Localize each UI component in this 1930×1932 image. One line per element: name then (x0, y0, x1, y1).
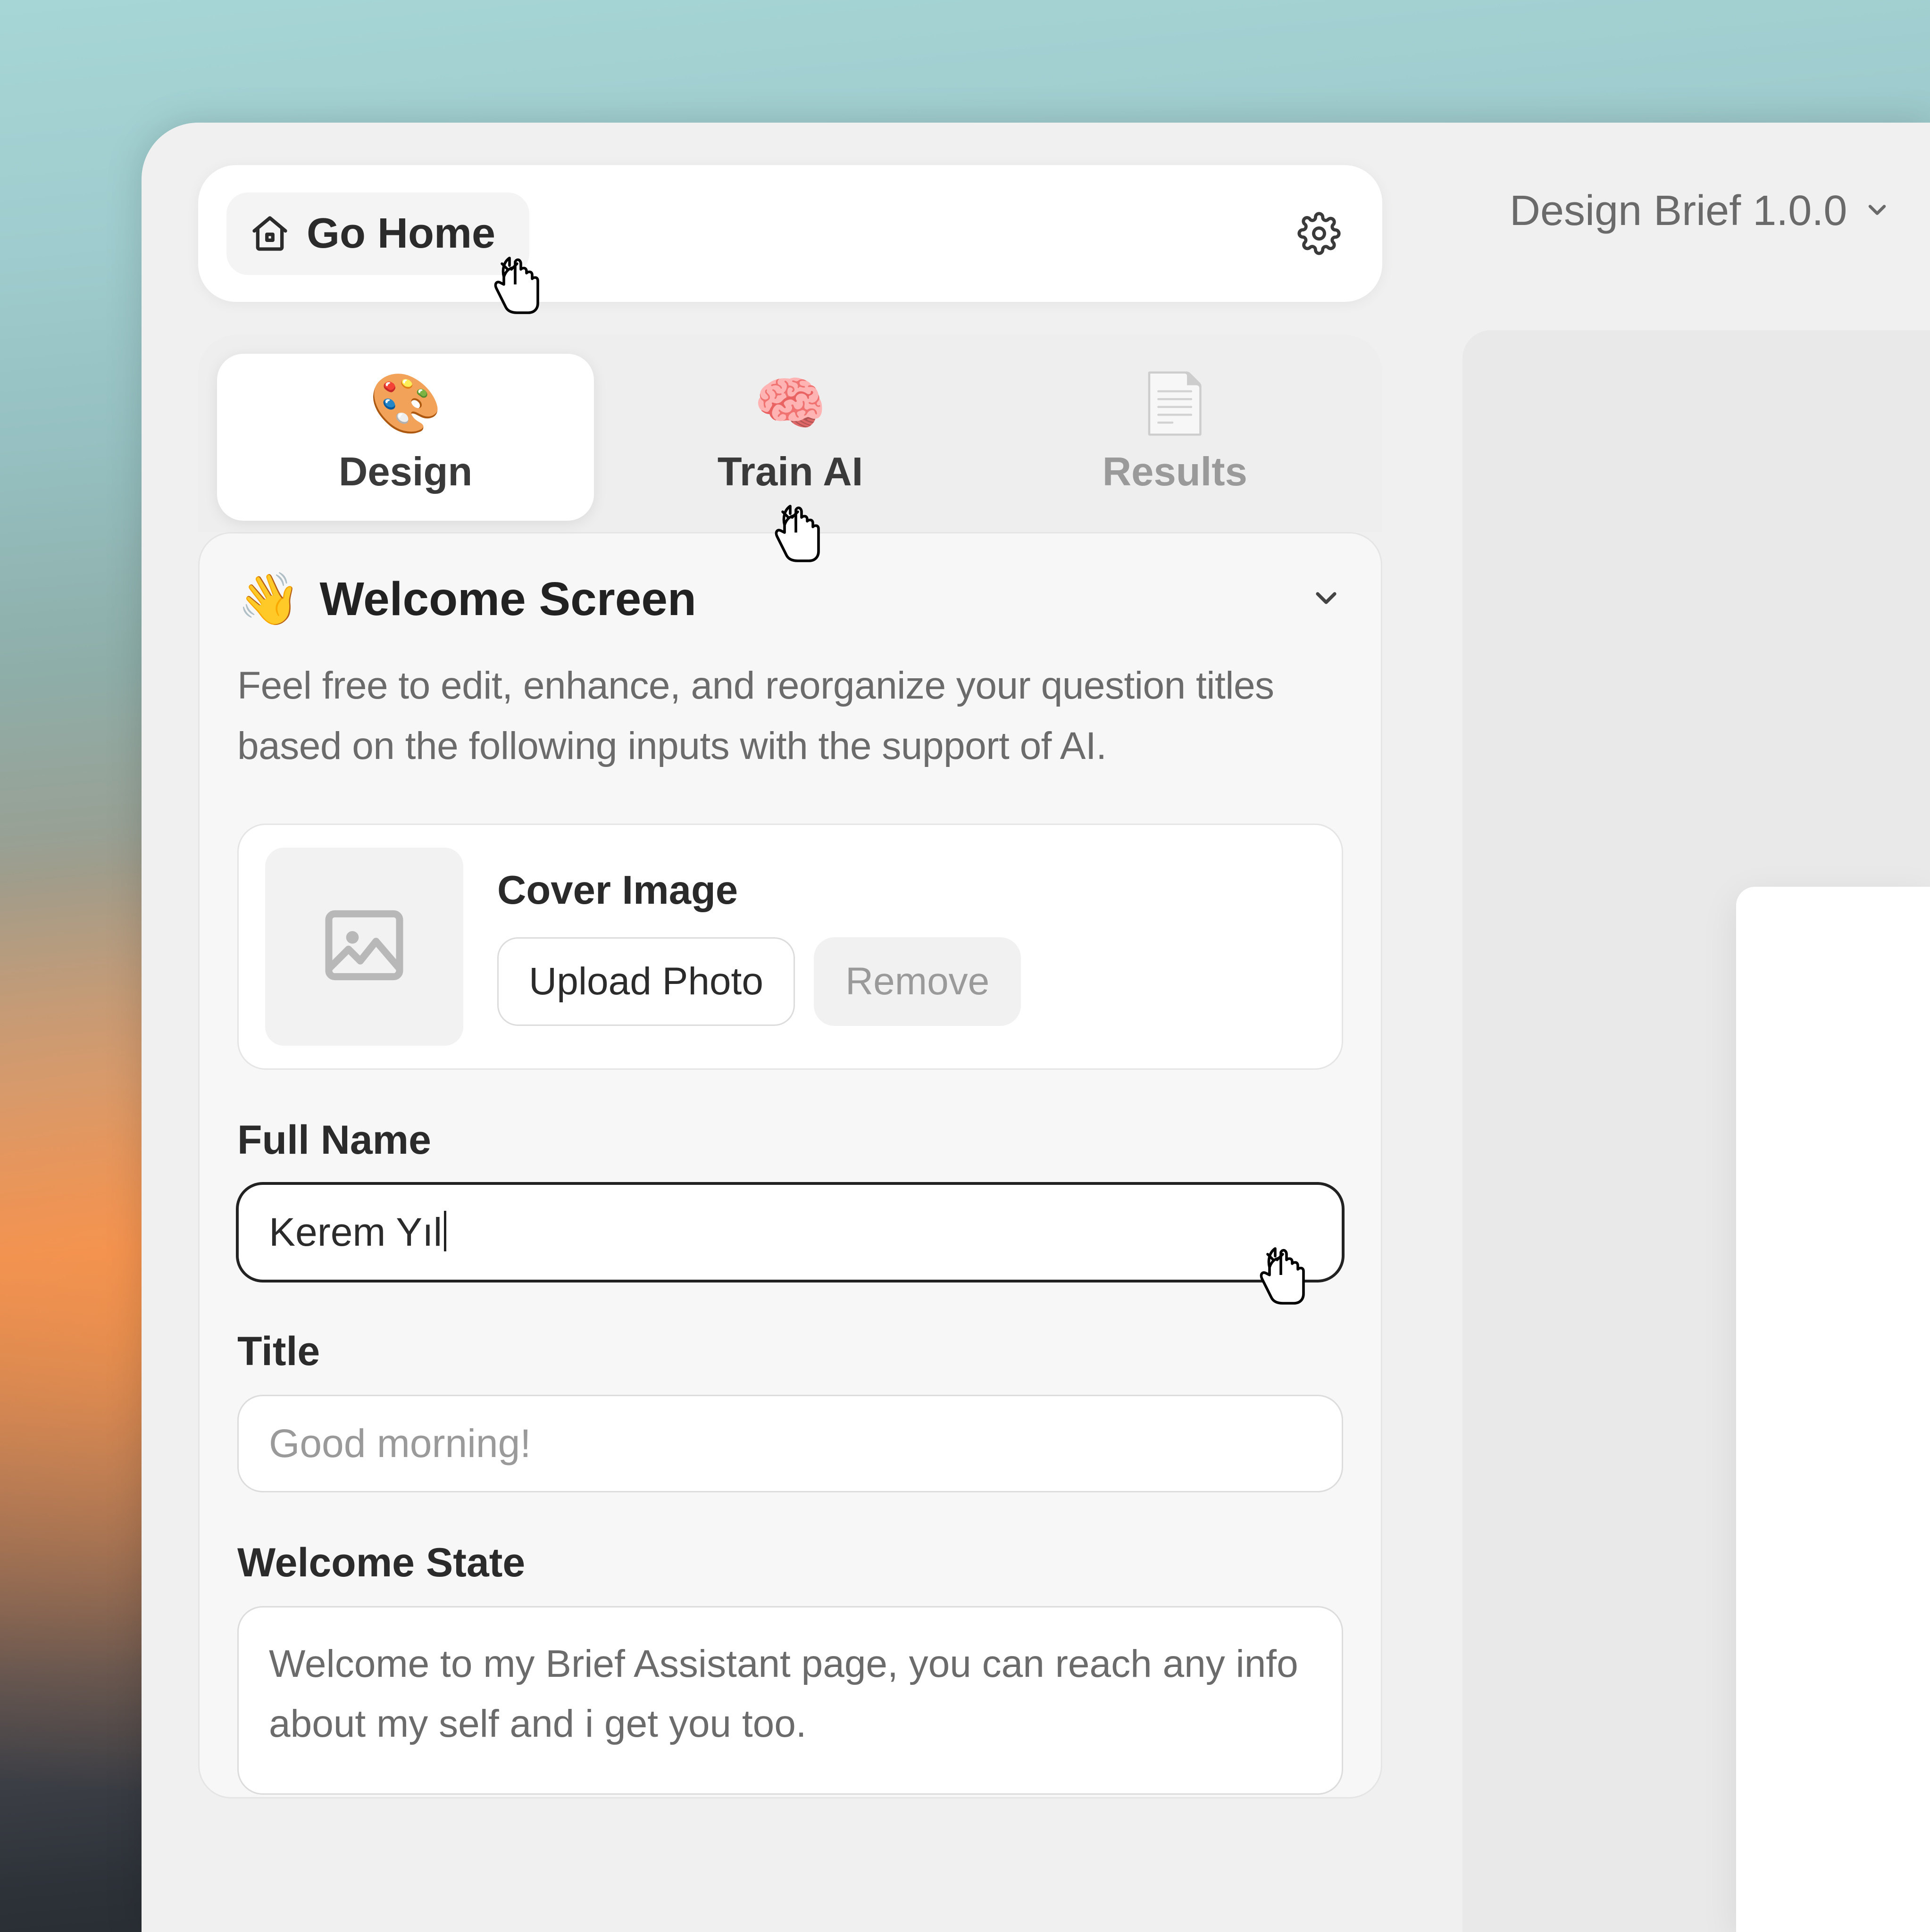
chevron-down-icon (1309, 581, 1343, 617)
tab-bar: 🎨 Design 🧠 Train AI 📄 Results (198, 335, 1382, 532)
wave-icon: 👋 (237, 569, 301, 629)
field-label: Full Name (237, 1117, 1343, 1164)
cover-image-card: Cover Image Upload Photo Remove (237, 824, 1343, 1070)
section-title: Welcome Screen (319, 572, 1290, 626)
version-selector[interactable]: Design Brief 1.0.0 (1510, 187, 1891, 235)
remove-photo-button[interactable]: Remove (814, 937, 1021, 1026)
welcome-state-textarea[interactable] (237, 1606, 1343, 1795)
section-description: Feel free to edit, enhance, and reorgani… (237, 656, 1343, 776)
tab-results[interactable]: 📄 Results (986, 354, 1363, 521)
tab-design[interactable]: 🎨 Design (217, 354, 594, 521)
welcome-section: 👋 Welcome Screen Feel free to edit, enha… (198, 532, 1382, 1799)
go-home-label: Go Home (307, 209, 495, 258)
panel-header: Go Home (198, 165, 1382, 302)
cover-controls: Cover Image Upload Photo Remove (497, 867, 1021, 1026)
document-icon: 📄 (1138, 375, 1211, 433)
field-label: Welcome State (237, 1540, 1343, 1586)
go-home-button[interactable]: Go Home (226, 192, 529, 275)
title-input[interactable] (237, 1395, 1343, 1492)
chevron-down-icon (1863, 196, 1891, 226)
left-panel: Go Home 🎨 Design 🧠 (198, 165, 1382, 1932)
tab-label: Train AI (718, 449, 863, 495)
cover-label: Cover Image (497, 867, 1021, 914)
image-placeholder-icon (317, 898, 411, 995)
welcome-state-field: Welcome State (237, 1540, 1343, 1797)
panel-divider (1435, 165, 1437, 1932)
palette-icon: 🎨 (369, 375, 442, 433)
title-field: Title (237, 1328, 1343, 1492)
gear-icon (1297, 212, 1341, 255)
field-label: Title (237, 1328, 1343, 1375)
cover-thumbnail[interactable] (265, 848, 463, 1046)
upload-photo-button[interactable]: Upload Photo (497, 937, 795, 1026)
section-header[interactable]: 👋 Welcome Screen (237, 569, 1343, 629)
cursor-icon (491, 254, 547, 315)
full-name-field: Full Name Kerem Yıl (237, 1117, 1343, 1281)
settings-button[interactable] (1284, 199, 1354, 268)
brain-icon: 🧠 (754, 375, 827, 433)
main-surface: Go Home 🎨 Design 🧠 (142, 123, 1930, 1932)
input-value: Kerem Yıl (269, 1210, 442, 1254)
home-icon (249, 213, 291, 254)
version-label: Design Brief 1.0.0 (1510, 187, 1847, 235)
preview-canvas (1462, 330, 1930, 1932)
tab-train-ai[interactable]: 🧠 Train AI (602, 354, 978, 521)
full-name-input[interactable]: Kerem Yıl (237, 1183, 1343, 1281)
tab-label: Design (339, 449, 472, 495)
tab-label: Results (1103, 449, 1247, 495)
preview-page (1736, 887, 1930, 1932)
